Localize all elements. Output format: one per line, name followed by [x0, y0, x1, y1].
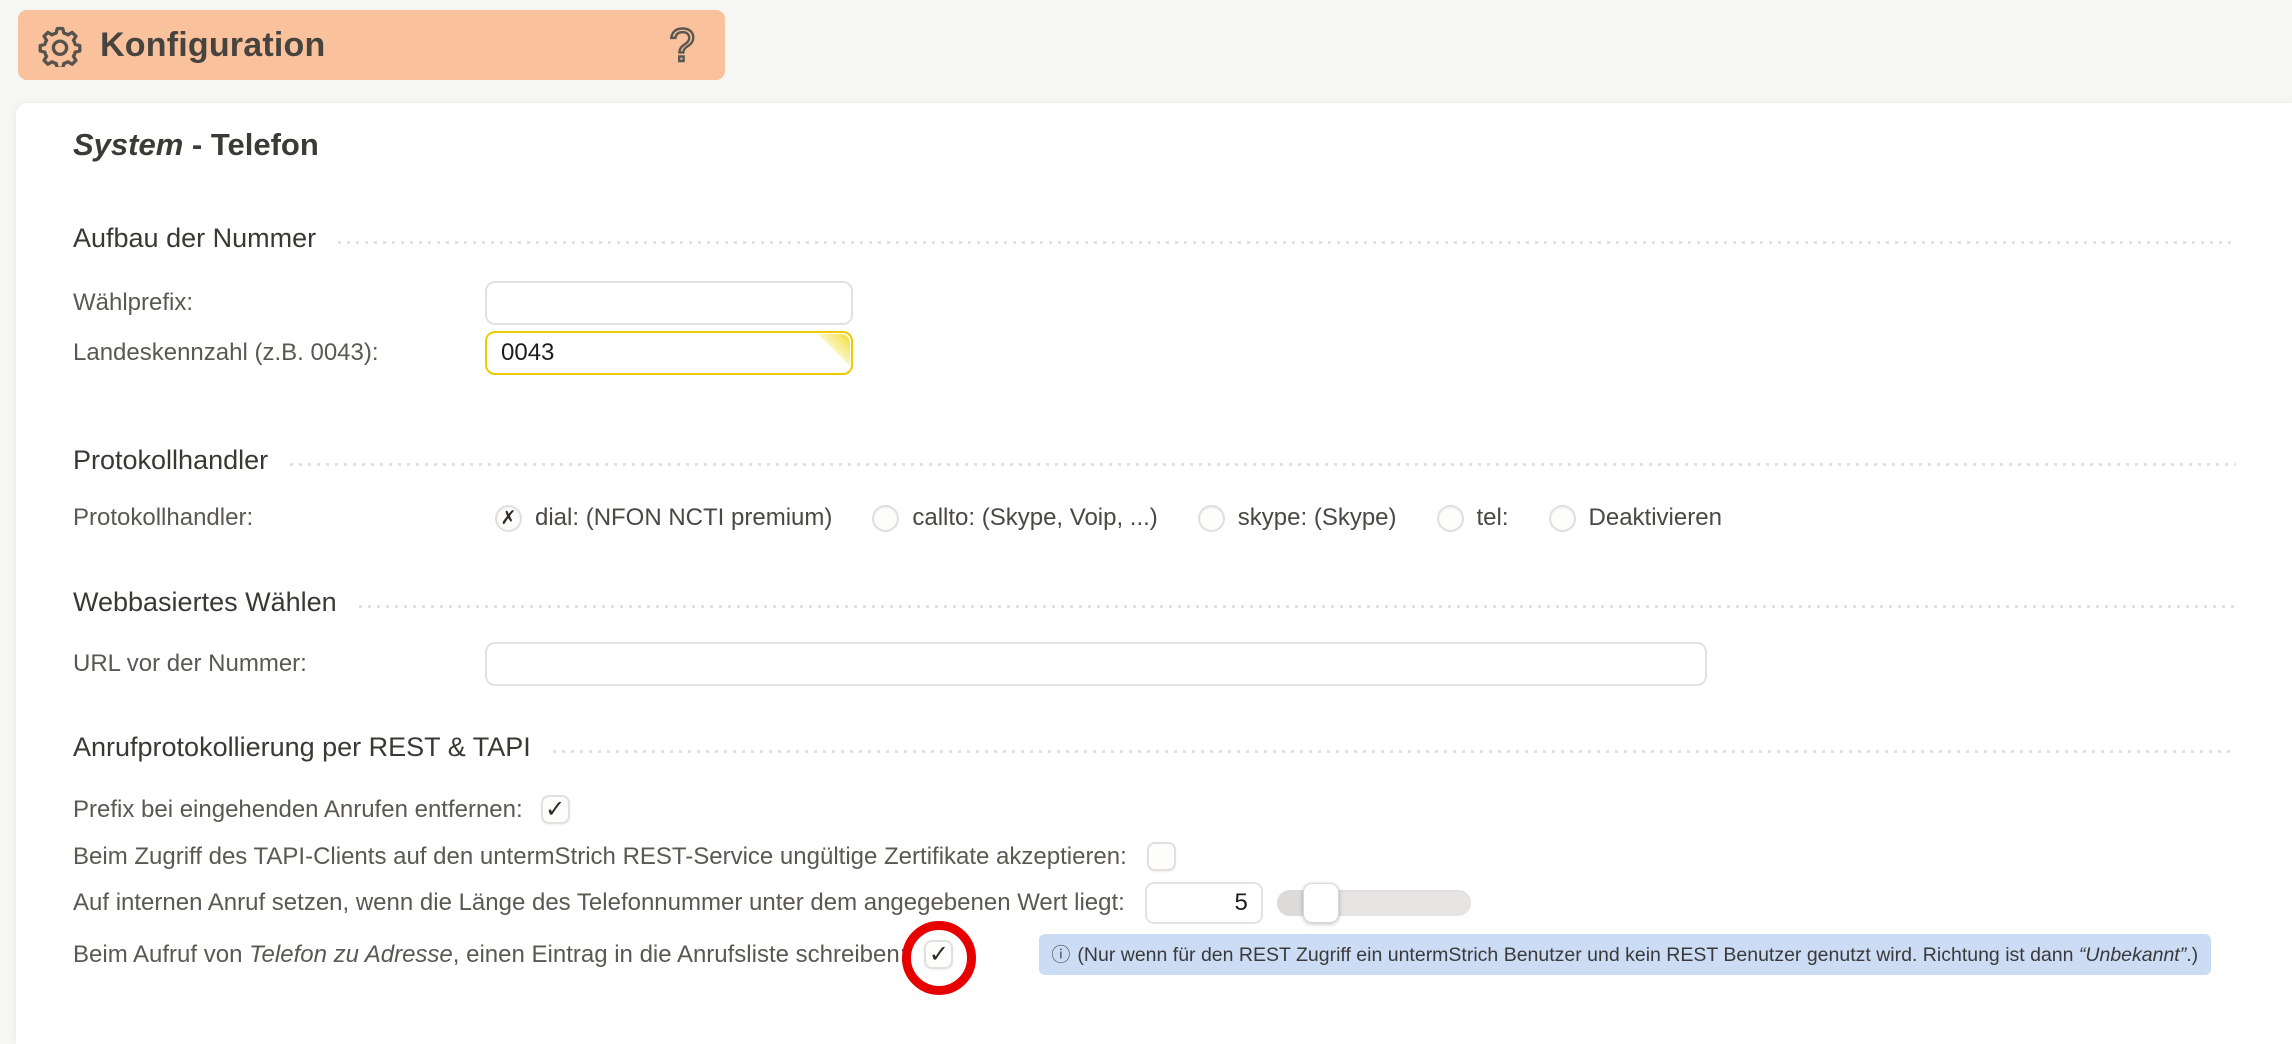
radio-option-dial[interactable]: ✗ dial: (NFON NCTI premium) [495, 504, 832, 532]
row-prefix-entfernen: Prefix bei eingehenden Anrufen entfernen… [73, 795, 2236, 824]
section-aufbau-der-nummer: Aufbau der Nummer [73, 223, 2236, 254]
section-heading-label: Anrufprotokollierung per REST & TAPI [73, 732, 531, 763]
slider-handle[interactable] [1303, 883, 1339, 923]
url-label: URL vor der Nummer: [73, 650, 485, 678]
gear-icon [38, 23, 82, 67]
info-icon: ⓘ [1051, 940, 1070, 967]
interner-anruf-slider[interactable] [1277, 882, 1471, 924]
waehlprefix-input[interactable] [485, 281, 853, 325]
prefix-entfernen-label: Prefix bei eingehenden Anrufen entfernen… [73, 796, 523, 824]
section-heading-label: Aufbau der Nummer [73, 223, 316, 254]
row-landeskennzahl: Landeskennzahl (z.B. 0043): [73, 331, 2236, 375]
section-anrufprotokollierung: Anrufprotokollierung per REST & TAPI [73, 732, 2236, 763]
row-interner-anruf: Auf internen Anruf setzen, wenn die Läng… [73, 882, 2236, 924]
protokollhandler-label: Protokollhandler: [73, 504, 485, 532]
radio-option-deaktivieren[interactable]: Deaktivieren [1549, 504, 1722, 532]
anrufsliste-info-badge: ⓘ (Nur wenn für den REST Zugriff ein unt… [1039, 934, 2211, 975]
page-title: System - Telefon [73, 127, 2236, 163]
section-heading-label: Protokollhandler [73, 445, 268, 476]
protokollhandler-radio-group: ✗ dial: (NFON NCTI premium) callto: (Sky… [485, 504, 1722, 532]
row-anrufsliste: Beim Aufruf von Telefon zu Adresse, eine… [73, 934, 2236, 975]
radio-unselected-icon[interactable] [1549, 505, 1576, 532]
page-title-context: System [73, 127, 183, 162]
anrufsliste-label-italic: Telefon zu Adresse [249, 941, 453, 968]
section-divider [290, 463, 2236, 466]
radio-unselected-icon[interactable] [1198, 505, 1225, 532]
radio-option-callto[interactable]: callto: (Skype, Voip, ...) [872, 504, 1157, 532]
radio-option-skype[interactable]: skype: (Skype) [1198, 504, 1397, 532]
section-divider [338, 241, 2236, 244]
config-header[interactable]: Konfiguration ? [18, 10, 725, 80]
radio-label[interactable]: dial: (NFON NCTI premium) [535, 504, 832, 532]
row-protokollhandler: Protokollhandler: ✗ dial: (NFON NCTI pre… [73, 504, 2236, 532]
header-title: Konfiguration [100, 26, 669, 65]
section-divider [359, 605, 2236, 608]
landeskennzahl-label: Landeskennzahl (z.B. 0043): [73, 339, 485, 367]
waehlprefix-label: Wählprefix: [73, 289, 485, 317]
radio-unselected-icon[interactable] [1437, 505, 1464, 532]
radio-label[interactable]: tel: [1477, 504, 1509, 532]
radio-option-tel[interactable]: tel: [1437, 504, 1509, 532]
tapi-zertifikate-label: Beim Zugriff des TAPI-Clients auf den un… [73, 843, 1127, 871]
radio-label[interactable]: skype: (Skype) [1238, 504, 1397, 532]
radio-label[interactable]: callto: (Skype, Voip, ...) [912, 504, 1157, 532]
info-text: (Nur wenn für den REST Zugriff ein unter… [1077, 944, 2198, 967]
radio-unselected-icon[interactable] [872, 505, 899, 532]
section-heading-label: Webbasiertes Wählen [73, 587, 337, 618]
prefix-entfernen-checkbox[interactable]: ✓ [541, 795, 570, 824]
anrufsliste-checkbox[interactable]: ✓ [924, 940, 953, 969]
tapi-zertifikate-checkbox[interactable] [1147, 842, 1176, 871]
page-title-separator: - [183, 127, 211, 162]
radio-selected-icon[interactable]: ✗ [495, 505, 522, 532]
page-title-page: Telefon [211, 127, 319, 162]
interner-anruf-wert-input[interactable] [1145, 882, 1263, 924]
radio-label[interactable]: Deaktivieren [1589, 504, 1722, 532]
anrufsliste-label: Beim Aufruf von Telefon zu Adresse, eine… [73, 941, 906, 969]
section-protokollhandler: Protokollhandler [73, 445, 2236, 476]
config-panel: System - Telefon Aufbau der Nummer Wählp… [16, 103, 2292, 1044]
help-icon[interactable]: ? [669, 22, 699, 68]
row-waehlprefix: Wählprefix: [73, 281, 2236, 325]
section-webbasiertes-waehlen: Webbasiertes Wählen [73, 587, 2236, 618]
section-divider [553, 750, 2236, 753]
row-tapi-zertifikate: Beim Zugriff des TAPI-Clients auf den un… [73, 842, 2236, 871]
interner-anruf-label: Auf internen Anruf setzen, wenn die Läng… [73, 889, 1125, 917]
landeskennzahl-input[interactable] [485, 331, 853, 375]
row-url-vor-der-nummer: URL vor der Nummer: [73, 642, 2236, 686]
url-input[interactable] [485, 642, 1707, 686]
